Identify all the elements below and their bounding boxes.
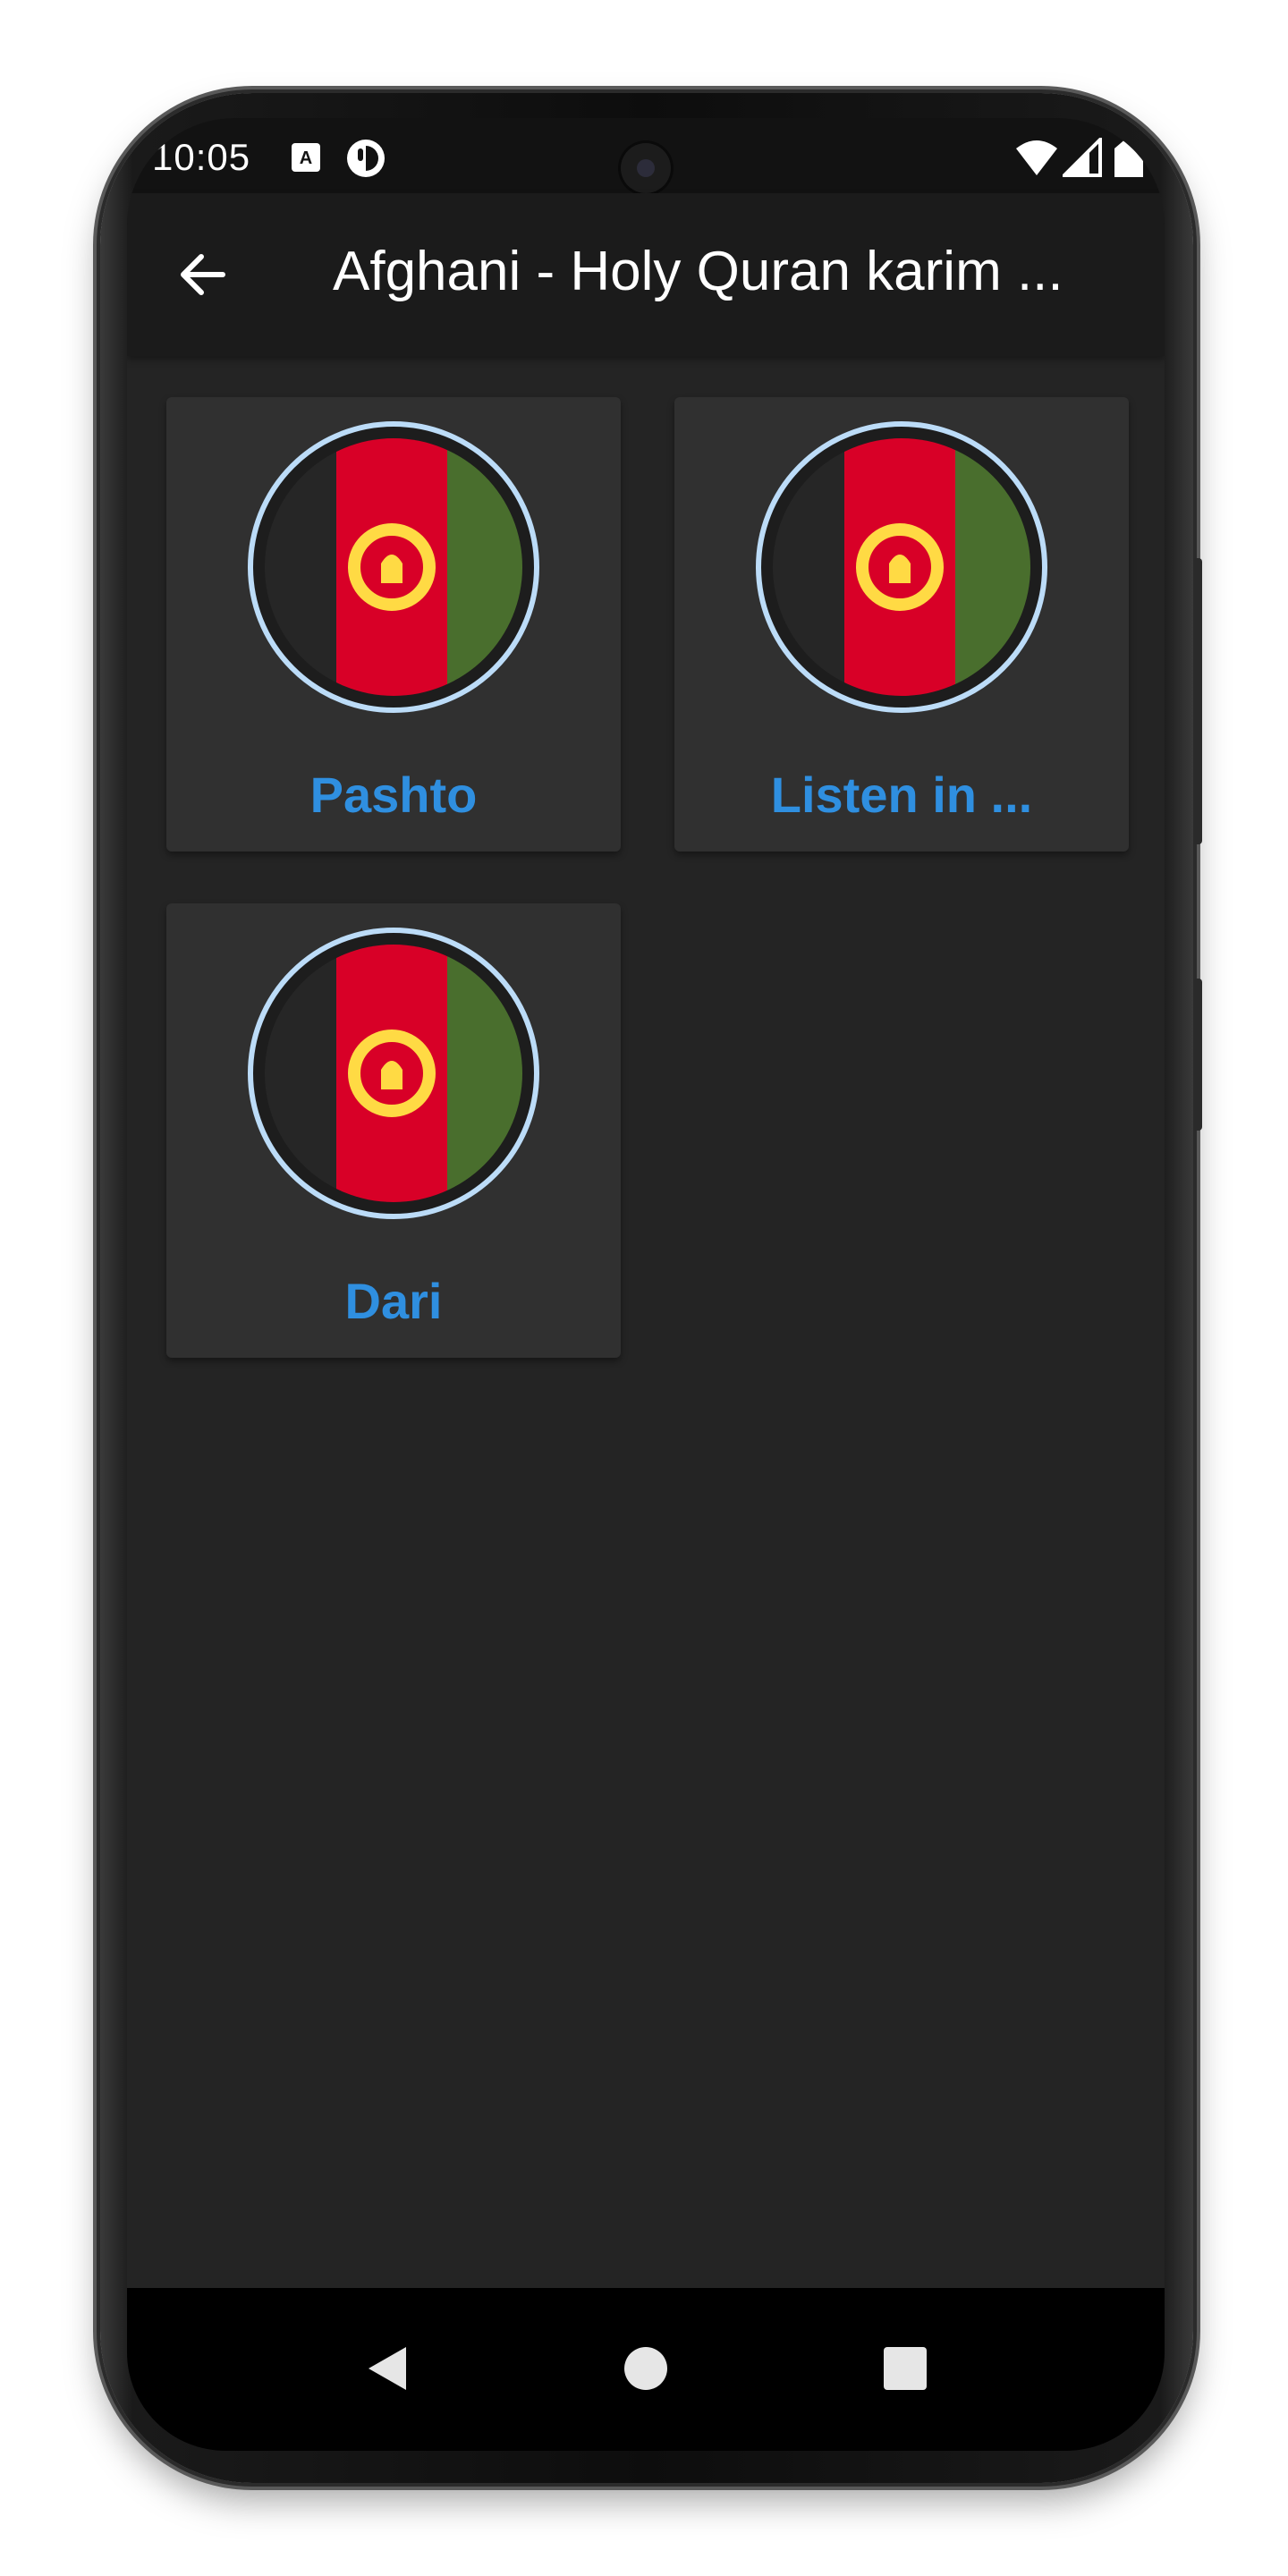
signal-icon bbox=[1060, 135, 1102, 182]
arrow-left-icon bbox=[181, 254, 225, 295]
battery-icon bbox=[1111, 136, 1147, 183]
svg-text:A: A bbox=[300, 148, 312, 168]
circle-app-icon bbox=[345, 138, 386, 183]
power-button bbox=[1193, 979, 1202, 1131]
app-bar: Afghani - Holy Quran karim ... bbox=[127, 193, 1165, 356]
language-label: Dari bbox=[344, 1273, 443, 1329]
a-badge-icon: A bbox=[290, 141, 322, 178]
nav-home-button[interactable] bbox=[601, 2324, 691, 2413]
language-label: Listen in ... bbox=[770, 767, 1033, 823]
back-button[interactable] bbox=[163, 234, 243, 315]
home-circle-icon bbox=[624, 2347, 667, 2390]
afghanistan-flag-icon bbox=[247, 927, 540, 1220]
language-card-dari[interactable]: Dari bbox=[166, 903, 621, 1358]
status-bar: 10:05 A bbox=[127, 118, 1165, 193]
nav-back-button[interactable] bbox=[342, 2324, 431, 2413]
status-time: 10:05 bbox=[152, 136, 251, 178]
nav-recents-button[interactable] bbox=[860, 2324, 950, 2413]
language-card-listen[interactable]: Listen in ... bbox=[674, 397, 1129, 852]
afghanistan-flag-icon bbox=[755, 420, 1048, 714]
language-card-pashto[interactable]: Pashto bbox=[166, 397, 621, 852]
front-camera bbox=[621, 143, 671, 193]
language-label: Pashto bbox=[309, 767, 478, 823]
wifi-icon bbox=[1014, 138, 1059, 182]
page-title: Afghani - Holy Quran karim ... bbox=[333, 241, 1063, 302]
system-nav-bar bbox=[127, 2288, 1165, 2451]
app-screen: 10:05 A Afghani - Holy Quran karim ... P… bbox=[127, 118, 1165, 2451]
volume-button bbox=[1193, 558, 1202, 844]
recents-square-icon bbox=[884, 2347, 927, 2390]
afghanistan-flag-icon bbox=[247, 420, 540, 714]
back-triangle-icon bbox=[369, 2347, 406, 2390]
